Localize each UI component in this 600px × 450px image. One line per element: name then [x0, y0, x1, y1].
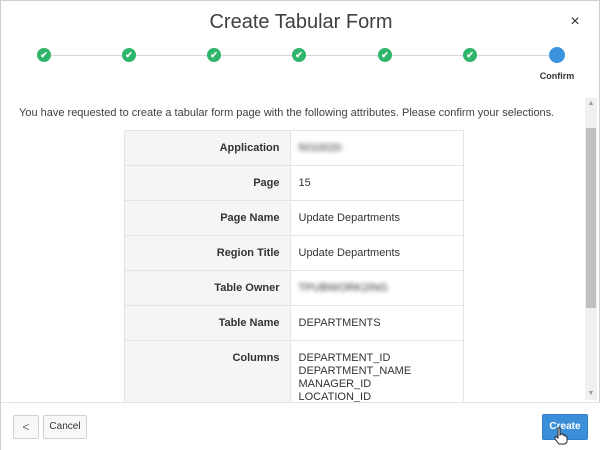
table-row-region-title: Region Title Update Departments — [125, 235, 463, 271]
back-button[interactable]: < — [13, 415, 39, 439]
wizard-step-current-dot — [549, 47, 565, 63]
row-value-obscured: 5010020 — [290, 131, 463, 166]
hand-pointer-cursor-icon — [554, 427, 568, 445]
row-label: Page — [125, 165, 291, 201]
close-icon[interactable]: × — [567, 13, 583, 31]
table-row-table-name: Table Name DEPARTMENTS — [125, 305, 463, 341]
wizard-step-1-check-icon: ✔ — [37, 48, 51, 62]
row-label: Page Name — [125, 200, 291, 236]
table-row-page: Page 15 — [125, 165, 463, 201]
wizard-step-5-check-icon: ✔ — [378, 48, 392, 62]
summary-table: Application 5010020 Page 15 Page Name Up… — [124, 130, 464, 402]
wizard-step-4-check-icon: ✔ — [292, 48, 306, 62]
row-value: 15 — [290, 165, 463, 201]
wizard-step-2-check-icon: ✔ — [122, 48, 136, 62]
create-tabular-form-dialog: Create Tabular Form × ✔ ✔ ✔ ✔ ✔ ✔ Confir… — [0, 0, 600, 450]
intro-text: You have requested to create a tabular f… — [19, 107, 555, 119]
dialog-footer: < Cancel Create — [1, 402, 600, 450]
scroll-up-arrow-icon[interactable]: ▲ — [585, 98, 597, 110]
wizard-progress: ✔ ✔ ✔ ✔ ✔ ✔ Confirm — [1, 45, 600, 85]
cancel-button[interactable]: Cancel — [43, 415, 87, 439]
wizard-current-step-label: Confirm — [539, 71, 575, 81]
dialog-title: Create Tabular Form — [209, 11, 393, 33]
row-value: DEPARTMENTS — [290, 305, 463, 341]
row-label: Application — [125, 131, 291, 166]
row-value-obscured: TPUBWORK2ING — [290, 270, 463, 306]
column-name: DEPARTMENT_ID — [298, 352, 391, 364]
wizard-step-3-check-icon: ✔ — [207, 48, 221, 62]
row-value: Update Departments — [290, 235, 463, 271]
vertical-scrollbar[interactable]: ▲ ▼ — [585, 98, 597, 400]
row-label: Table Owner — [125, 270, 291, 306]
table-row-page-name: Page Name Update Departments — [125, 200, 463, 236]
row-value: Update Departments — [290, 200, 463, 236]
row-label: Columns — [125, 340, 291, 402]
column-name: MANAGER_ID — [298, 378, 372, 390]
column-name: LOCATION_ID — [298, 391, 372, 402]
scroll-down-arrow-icon[interactable]: ▼ — [585, 388, 597, 400]
table-row-application: Application 5010020 — [125, 131, 463, 166]
column-name: DEPARTMENT_NAME — [298, 365, 412, 377]
table-row-table-owner: Table Owner TPUBWORK2ING — [125, 270, 463, 306]
row-label: Region Title — [125, 235, 291, 271]
row-label: Table Name — [125, 305, 291, 341]
scrollbar-thumb[interactable] — [586, 128, 596, 308]
columns-list: DEPARTMENT_ID DEPARTMENT_NAME MANAGER_ID… — [290, 340, 463, 402]
table-row-columns: Columns DEPARTMENT_ID DEPARTMENT_NAME MA… — [125, 340, 463, 402]
wizard-step-6-check-icon: ✔ — [463, 48, 477, 62]
